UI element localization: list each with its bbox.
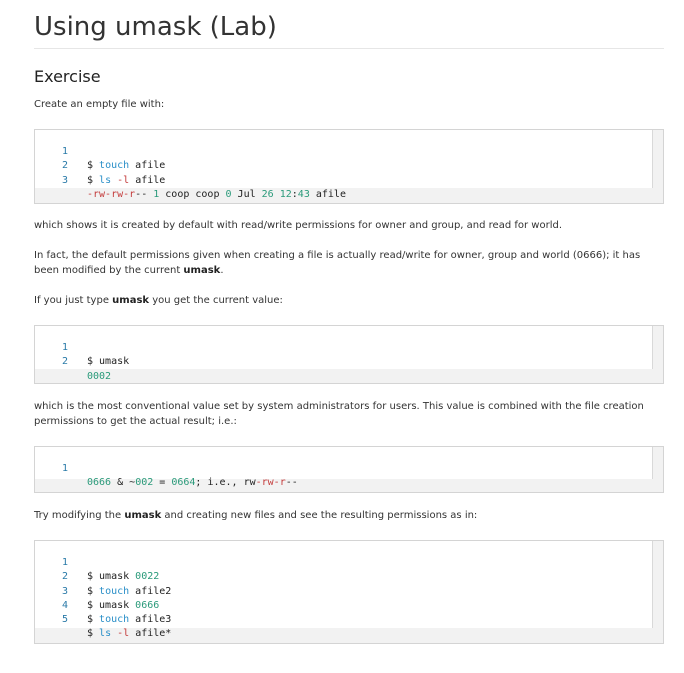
- code-line: 2 $ ls -l afile: [35, 145, 652, 185]
- code-token-command: touch: [99, 613, 130, 625]
- code-token-command: ls: [99, 174, 112, 186]
- text-run: Try modifying the: [34, 510, 125, 521]
- code-line: 5 $ ls -l afile*: [35, 599, 652, 639]
- code-token: --: [135, 188, 154, 200]
- code-block-combination: 1 0666 & ~002 = 0664; i.e., rw-rw-r--: [34, 446, 664, 493]
- code-block-umask-value: 1 $ umask 2 0002: [34, 325, 664, 384]
- code-token: --: [285, 477, 298, 489]
- code-token-number: 12: [279, 188, 292, 200]
- code-token: Jul: [231, 188, 262, 200]
- code-line: 2 0002: [35, 341, 652, 381]
- code-token: ; i.e., rw: [195, 477, 256, 489]
- paragraph-type-umask: If you just type umask you get the curre…: [34, 293, 664, 308]
- code-line: 3 $ umask 0666: [35, 570, 652, 611]
- code-line: 1 $ umask: [35, 327, 652, 367]
- title-divider: [34, 48, 664, 49]
- text-run: In fact, the default permissions given w…: [34, 250, 641, 276]
- code-token-number: 0664: [171, 477, 196, 489]
- code-token-number: 002: [135, 477, 154, 489]
- paragraph-try-modifying: Try modifying the umask and creating new…: [34, 508, 664, 523]
- text-run: .: [220, 265, 224, 276]
- code-line: 1 0666 & ~002 = 0664; i.e., rw-rw-r--: [35, 448, 652, 488]
- code-area[interactable]: 1 $ umask 0022 2 $ touch afile2 3 $ umas…: [35, 541, 653, 639]
- code-line: 3 -rw-rw-r-- 1 coop coop 0 Jul 26 12:43 …: [35, 159, 652, 200]
- line-number: 3: [61, 174, 68, 186]
- text-run: If you just type: [34, 295, 113, 306]
- paragraph-conventional-value: which is the most conventional value set…: [34, 401, 644, 427]
- code-block-modify-umask: 1 $ umask 0022 2 $ touch afile2 3 $ umas…: [34, 540, 664, 644]
- paragraph-create-file: Create an empty file with:: [34, 99, 165, 110]
- keyword-umask: umask: [183, 265, 221, 276]
- code-token: $: [87, 613, 100, 625]
- code-area[interactable]: 1 $ touch afile 2 $ ls -l afile 3 -rw-rw…: [35, 130, 653, 200]
- code-area[interactable]: 1 $ umask 2 0002: [35, 326, 653, 382]
- line-number: 1: [61, 463, 68, 475]
- code-token-command: ls: [99, 628, 112, 640]
- code-token-number: 0002: [87, 370, 112, 382]
- code-token: coop coop: [159, 188, 226, 200]
- code-token: afile*: [129, 628, 172, 640]
- code-token-option: -l: [117, 628, 130, 640]
- code-token: $: [87, 628, 100, 640]
- paragraph-umask-explained: In fact, the default permissions given w…: [34, 248, 664, 278]
- code-block-create-file: 1 $ touch afile 2 $ ls -l afile 3 -rw-rw…: [34, 129, 664, 204]
- code-token-option: -rw-rw-r: [87, 188, 136, 200]
- text-run: you get the current value:: [149, 295, 283, 306]
- page-title: Using umask (Lab): [34, 12, 277, 42]
- code-token: =: [153, 477, 172, 489]
- code-line: 4 $ touch afile3: [35, 585, 652, 625]
- code-token-option: -rw-r: [255, 477, 286, 489]
- code-token: afile3: [129, 613, 172, 625]
- code-line: 1 $ umask 0022: [35, 542, 652, 582]
- code-token-number: 26: [261, 188, 274, 200]
- code-token: afile: [309, 188, 346, 200]
- line-number: 5: [61, 613, 68, 625]
- code-line: 2 $ touch afile2: [35, 556, 652, 596]
- code-token: & ~: [111, 477, 136, 489]
- keyword-umask: umask: [124, 510, 162, 521]
- code-area[interactable]: 1 0666 & ~002 = 0664; i.e., rw-rw-r--: [35, 447, 653, 488]
- text-run: and creating new files and see the resul…: [161, 510, 478, 521]
- code-token-option: -l: [117, 174, 130, 186]
- line-number: 2: [61, 356, 68, 368]
- code-token-number: 0666: [87, 477, 112, 489]
- code-token-number: 43: [297, 188, 310, 200]
- section-title-exercise: Exercise: [34, 67, 101, 86]
- code-token: $ umask: [87, 356, 130, 368]
- code-line: 1 $ touch afile: [35, 131, 652, 171]
- code-token: afile: [129, 174, 166, 186]
- code-token: $: [87, 174, 100, 186]
- keyword-umask: umask: [112, 295, 150, 306]
- paragraph-default-perms: which shows it is created by default wit…: [34, 220, 562, 231]
